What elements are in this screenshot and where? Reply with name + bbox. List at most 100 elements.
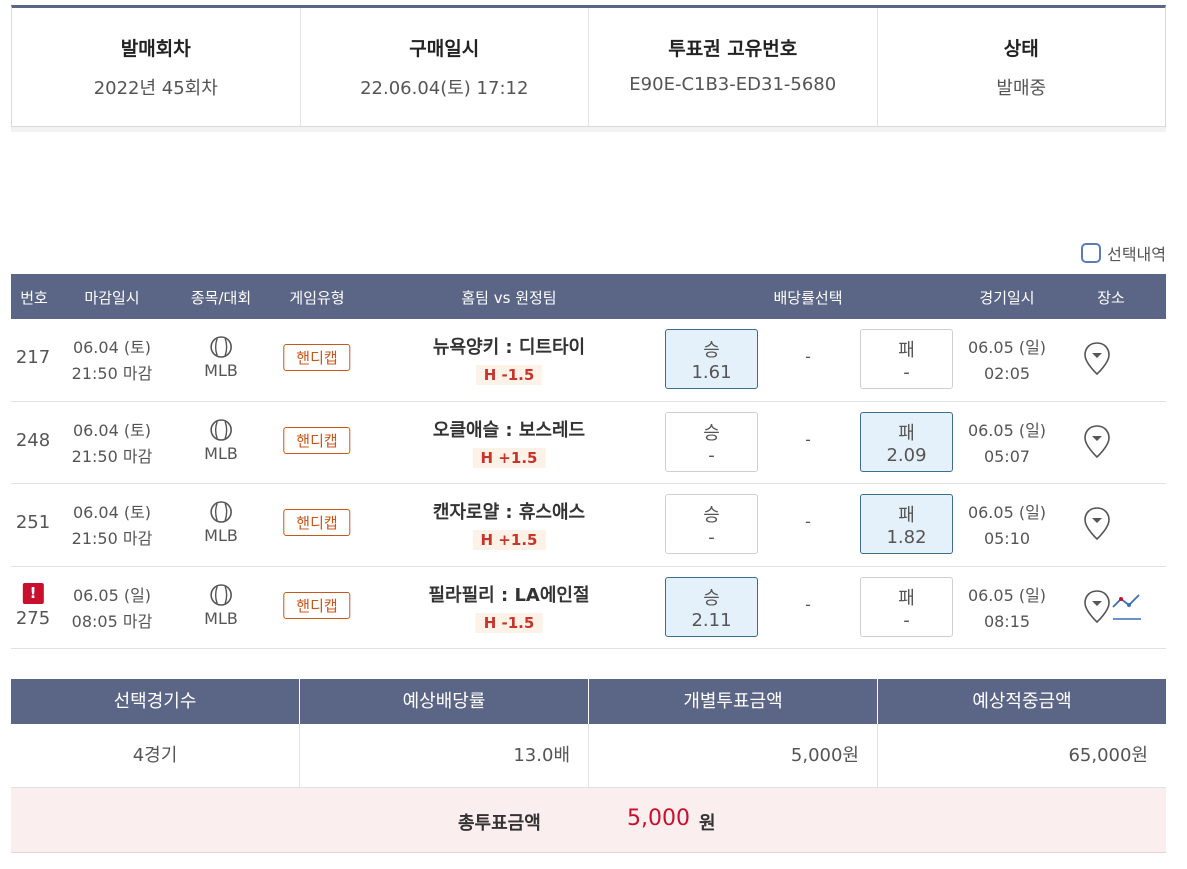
summary-stake: 5,000원 [589, 724, 878, 787]
odds-win-button[interactable]: 승 2.11 [665, 576, 758, 637]
baseball-icon [210, 583, 232, 606]
game-deadline: 06.04 (토) 21:50 마감 [72, 500, 153, 552]
game-type: 핸디캡 [283, 344, 351, 371]
game-teams: 필라필리 : LA에인절 H -1.5 [428, 581, 590, 633]
games-table-header: 번호 마감일시 종목/대회 게임유형 홈팀 vs 원정팀 배당률선택 경기일시 … [11, 274, 1166, 319]
purchase-info-box: 발매회차 2022년 45회차 구매일시 22.06.04(토) 17:12 투… [11, 5, 1166, 132]
odds-lose-label: 패 [898, 505, 915, 526]
game-datetime: 06.05 (일) 05:07 [968, 418, 1046, 470]
total-stake-bar: 총투표금액 5,000 원 [11, 788, 1166, 853]
game-date: 06.05 (일) [967, 420, 1047, 440]
game-number: 217 [16, 347, 50, 368]
game-time: 05:10 [983, 529, 1031, 548]
handicap-badge: 핸디캡 [283, 426, 351, 454]
odds-win-button[interactable]: 승- [665, 494, 758, 554]
summary-table: 선택경기수 예상배당률 개별투표금액 예상적중금액 4경기 13.0배 5,00… [11, 679, 1166, 788]
odds-win-label: 승 [703, 422, 720, 444]
odds-lose-value: - [903, 362, 910, 383]
game-date: 06.05 (일) [967, 585, 1047, 605]
venue-pin-icon[interactable] [1083, 506, 1111, 542]
odds-lose-button[interactable]: 패- [860, 329, 953, 389]
summary-header-odds: 예상배당률 [300, 679, 589, 724]
sport-league: MLB [204, 608, 238, 628]
odds-lose-button[interactable]: 패- [860, 576, 953, 637]
selection-toggle[interactable]: 선택내역 [1081, 241, 1166, 265]
odds-win-button[interactable]: 승 1.61 [665, 329, 758, 389]
game-number: ! 275 [15, 582, 51, 629]
odds-draw: - [805, 347, 811, 366]
header-venue: 장소 [1097, 289, 1125, 307]
game-time: 05:07 [983, 446, 1031, 466]
info-round-label: 발매회차 [120, 38, 191, 60]
info-ticket: 투표권 고유번호 E90E-C1B3-ED31-5680 [589, 8, 878, 126]
header-no: 번호 [20, 289, 48, 307]
sport-league: MLB [204, 526, 238, 545]
deadline-time: 21:50 마감 [71, 364, 153, 383]
deadline-time: 08:05 마감 [71, 611, 153, 631]
deadline-date: 06.04 (토) [72, 338, 152, 357]
summary-header: 선택경기수 예상배당률 개별투표금액 예상적중금액 [11, 679, 1166, 724]
odds-win-value: 1.61 [691, 362, 732, 383]
game-number: 248 [16, 430, 50, 451]
baseball-icon [210, 418, 232, 441]
header-sport: 종목/대회 [190, 289, 252, 307]
info-ticket-label: 투표권 고유번호 [668, 38, 798, 60]
game-datetime: 06.05 (일) 08:15 [968, 583, 1046, 635]
game-sport: MLB [204, 500, 238, 545]
venue-pin-icon[interactable] [1083, 589, 1111, 625]
game-teams: 뉴욕양키 : 디트타이 H -1.5 [433, 333, 585, 385]
summary-payout: 65,000원 [1068, 745, 1148, 766]
game-type: 핸디캡 [283, 509, 351, 536]
info-status-value: 발매중 [996, 78, 1047, 99]
venue-pin-icon[interactable] [1083, 424, 1111, 460]
handicap-value: H -1.5 [475, 612, 543, 633]
odds-win-label: 승 [703, 587, 720, 609]
odds-lose-value: - [903, 609, 910, 631]
handicap-value: H -1.5 [475, 365, 543, 385]
odds-trend-icon[interactable] [1111, 591, 1143, 623]
deadline-time: 21:50 마감 [71, 446, 153, 466]
game-number-text: 251 [15, 512, 51, 533]
handicap-badge: 핸디캡 [283, 591, 351, 619]
odds-win-value: - [708, 444, 715, 466]
handicap-value: H +1.5 [472, 530, 546, 550]
summary-count: 4경기 [11, 724, 300, 787]
odds-lose-button[interactable]: 패 2.09 [860, 411, 953, 472]
header-date: 경기일시 [979, 289, 1035, 307]
info-ticket-value: E90E-C1B3-ED31-5680 [629, 74, 837, 95]
selection-checkbox[interactable] [1081, 243, 1102, 263]
game-row: 217 06.04 (토) 21:50 마감 MLB 핸디캡 뉴욕양키 : 디트타이 H -… [11, 319, 1166, 402]
deadline-time: 21:50 마감 [71, 529, 153, 548]
warning-icon: ! [22, 582, 44, 604]
game-sport: MLB [204, 418, 238, 463]
odds-lose-value: 1.82 [886, 527, 927, 548]
game-time: 02:05 [983, 364, 1031, 383]
game-row: ! 275 06.05 (일) 08:05 마감 MLB 핸디캡 필라필리 : LA에인절 H… [11, 567, 1166, 649]
game-time: 08:15 [983, 611, 1031, 631]
info-status-label: 상태 [1003, 38, 1039, 60]
game-date: 06.05 (일) [967, 338, 1047, 357]
game-datetime: 06.05 (일) 05:10 [968, 500, 1046, 552]
odds-draw: - [805, 594, 811, 614]
game-number-text: 275 [15, 607, 51, 629]
odds-lose-label: 패 [898, 587, 915, 609]
info-purchase-label: 구매일시 [409, 38, 480, 60]
game-type: 핸디캡 [283, 591, 351, 619]
venue-pin-icon[interactable] [1083, 341, 1111, 377]
game-row: 248 06.04 (토) 21:50 마감 MLB 핸디캡 오클애슬 : 보스레드 H +… [11, 402, 1166, 484]
odds-lose-button[interactable]: 패 1.82 [860, 494, 953, 554]
summary-header-stake: 개별투표금액 [589, 679, 878, 724]
odds-draw: - [805, 429, 811, 449]
info-purchase: 구매일시 22.06.04(토) 17:12 [301, 8, 589, 126]
game-deadline: 06.05 (일) 08:05 마감 [72, 583, 153, 635]
team-names: 캔자로얄 : 휴스애스 [432, 502, 586, 523]
deadline-date: 06.04 (토) [72, 420, 152, 440]
summary-values: 4경기 13.0배 5,000원 65,000원 [11, 724, 1166, 788]
odds-win-button[interactable]: 승- [665, 411, 758, 472]
game-sport: MLB [204, 335, 238, 380]
games-table-body: 217 06.04 (토) 21:50 마감 MLB 핸디캡 뉴욕양키 : 디트타이 H -… [11, 319, 1166, 649]
game-date: 06.05 (일) [967, 503, 1047, 522]
game-teams: 캔자로얄 : 휴스애스 H +1.5 [433, 498, 585, 550]
game-deadline: 06.04 (토) 21:50 마감 [72, 418, 153, 470]
info-round: 발매회차 2022년 45회차 [12, 8, 301, 126]
